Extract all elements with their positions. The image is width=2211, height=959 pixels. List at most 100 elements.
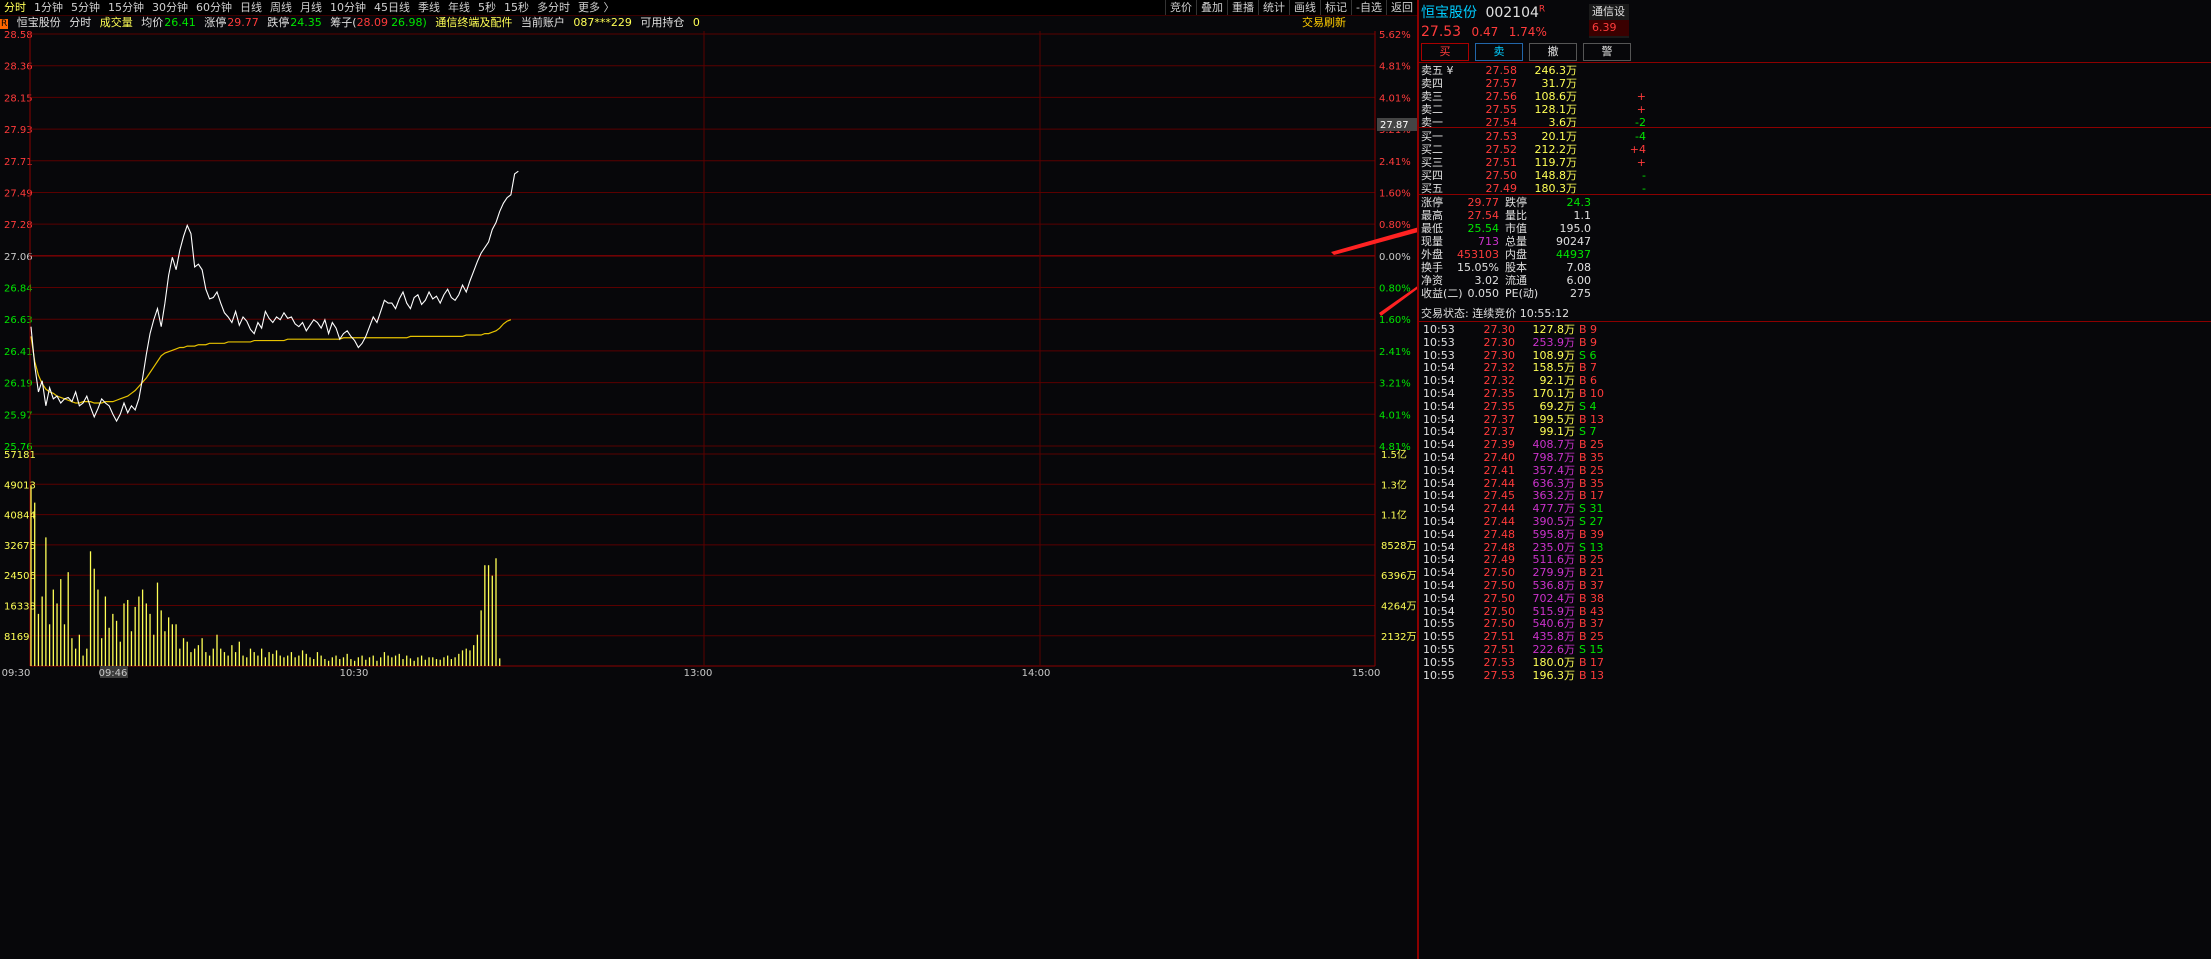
tick-side: B 43	[1579, 604, 1605, 618]
bid-price: 27.53	[1485, 130, 1518, 143]
tick-side: S 13	[1579, 540, 1604, 554]
current-price-tag: 27.87	[1380, 120, 1409, 131]
pct-tick-label: 2.41%	[1379, 347, 1411, 358]
tick-time: 10:54	[1423, 451, 1455, 464]
tick-time: 10:54	[1423, 387, 1455, 400]
tick-time: 10:54	[1423, 361, 1455, 375]
price-tick-label: 26.41	[4, 347, 33, 358]
stat-value: 0.050	[1467, 287, 1500, 300]
sector-pct: 6.39	[1589, 20, 1629, 36]
ask-diff: +	[1636, 90, 1646, 103]
time-tick-label: 13:00	[684, 668, 713, 679]
quote-code: 002104	[1485, 5, 1539, 21]
tick-volume: 69.2万	[1539, 399, 1576, 413]
buy-button[interactable]: 买	[1421, 43, 1469, 61]
tick-price: 27.50	[1483, 591, 1516, 605]
tick-price: 27.51	[1483, 643, 1516, 656]
tick-side: B 21	[1579, 566, 1605, 580]
tick-side: B 17	[1579, 489, 1605, 503]
price-tick-label: 27.06	[4, 252, 33, 263]
price-tick-label: 27.93	[4, 125, 33, 136]
amount-tick-label: 4264万	[1381, 602, 1416, 613]
tick-price: 27.30	[1483, 348, 1516, 362]
tick-volume: 170.1万	[1532, 387, 1576, 400]
price-tick-label: 26.84	[4, 284, 33, 295]
tick-side: B 25	[1579, 553, 1605, 567]
pct-tick-label: 3.21%	[1379, 379, 1411, 390]
intraday-chart[interactable]: 28.58 5.62% 28.36 4.81% 28.15 4.01% 27.93 3.21%…	[0, 0, 1417, 959]
tick-time: 10:54	[1423, 412, 1455, 426]
bid-volume: 148.8万	[1534, 169, 1578, 182]
tick-price: 27.35	[1483, 399, 1516, 413]
bid-price: 27.52	[1485, 143, 1518, 156]
pct-tick-label: 4.01%	[1379, 93, 1411, 104]
tick-time: 10:54	[1423, 527, 1455, 541]
sector-tag[interactable]: 通信设 6.39	[1589, 4, 1629, 38]
tick-side: B 9	[1579, 323, 1598, 336]
sector-name: 通信设	[1592, 5, 1625, 18]
stat-value: 24.3	[1566, 196, 1592, 209]
tick-price: 27.30	[1483, 335, 1516, 349]
cancel-order-button[interactable]: 撤	[1529, 43, 1577, 61]
tick-time: 10:54	[1423, 425, 1455, 439]
tick-price: 27.50	[1483, 579, 1516, 592]
tick-side: B 13	[1579, 412, 1605, 426]
quote-change: 0.47	[1471, 25, 1499, 39]
tick-time: 10:54	[1423, 579, 1455, 592]
tick-price: 27.48	[1483, 540, 1516, 554]
tick-price: 27.40	[1483, 451, 1516, 464]
pct-tick-label: 1.60%	[1379, 188, 1411, 199]
tick-price: 27.50	[1483, 617, 1516, 631]
tick-volume: 408.7万	[1532, 438, 1576, 452]
sell-button[interactable]: 卖	[1475, 43, 1523, 61]
tick-price: 27.44	[1483, 502, 1516, 516]
tick-side: B 37	[1579, 579, 1605, 592]
quote-price: 27.53	[1421, 24, 1462, 40]
pct-tick-label: 0.80%	[1379, 284, 1411, 295]
tick-price: 27.37	[1483, 412, 1516, 426]
tick-time: 10:54	[1423, 463, 1455, 477]
ask-label: 卖三	[1421, 90, 1443, 103]
avg-price-line	[30, 319, 512, 404]
bid-label: 买三	[1421, 156, 1443, 169]
tick-side: B 35	[1579, 476, 1605, 490]
stat-value: 195.0	[1559, 222, 1592, 235]
ask-volume: 108.6万	[1534, 90, 1578, 103]
stat-value: 27.54	[1467, 209, 1500, 222]
tick-time: 10:53	[1423, 348, 1455, 362]
tick-price: 27.49	[1483, 553, 1516, 567]
price-line	[30, 170, 519, 423]
tick-volume: 222.6万	[1532, 643, 1576, 656]
tick-price: 27.50	[1483, 566, 1516, 580]
price-tick-label: 27.28	[4, 220, 33, 231]
stat-value: 25.54	[1467, 222, 1500, 235]
ask-price: 27.55	[1485, 103, 1518, 116]
tick-volume: 199.5万	[1532, 412, 1576, 426]
bid-diff: -	[1642, 169, 1646, 182]
tick-volume: 540.6万	[1532, 617, 1576, 631]
tick-side: B 35	[1579, 451, 1605, 464]
stat-value: 3.02	[1474, 274, 1500, 287]
quote-pct: 1.74%	[1508, 25, 1547, 39]
tick-volume: 363.2万	[1532, 489, 1576, 503]
tick-volume: 180.0万	[1532, 655, 1576, 669]
tick-side: S 4	[1579, 399, 1597, 413]
bid-label: 买二	[1421, 143, 1443, 156]
stat-value: 15.05%	[1457, 261, 1499, 274]
ask-diff: +	[1636, 103, 1646, 116]
stat-value: 1.1	[1573, 209, 1592, 222]
stat-value: 90247	[1556, 235, 1591, 248]
tick-volume: 99.1万	[1539, 425, 1576, 439]
pct-tick-label: 4.81%	[1379, 62, 1411, 73]
alert-button[interactable]: 警	[1583, 43, 1631, 61]
annotation-arrow	[1379, 286, 1417, 316]
stat-value: 713	[1478, 235, 1499, 248]
pct-tick-label: 0.00%	[1379, 252, 1411, 263]
tick-time: 10:54	[1423, 515, 1455, 528]
tick-time: 10:55	[1423, 617, 1455, 631]
tick-volume: 702.4万	[1532, 591, 1576, 605]
pct-tick-label: 4.01%	[1379, 410, 1411, 421]
ask-volume: 128.1万	[1534, 103, 1578, 116]
tick-side: S 7	[1579, 425, 1597, 439]
ask-price: 27.56	[1485, 90, 1518, 103]
